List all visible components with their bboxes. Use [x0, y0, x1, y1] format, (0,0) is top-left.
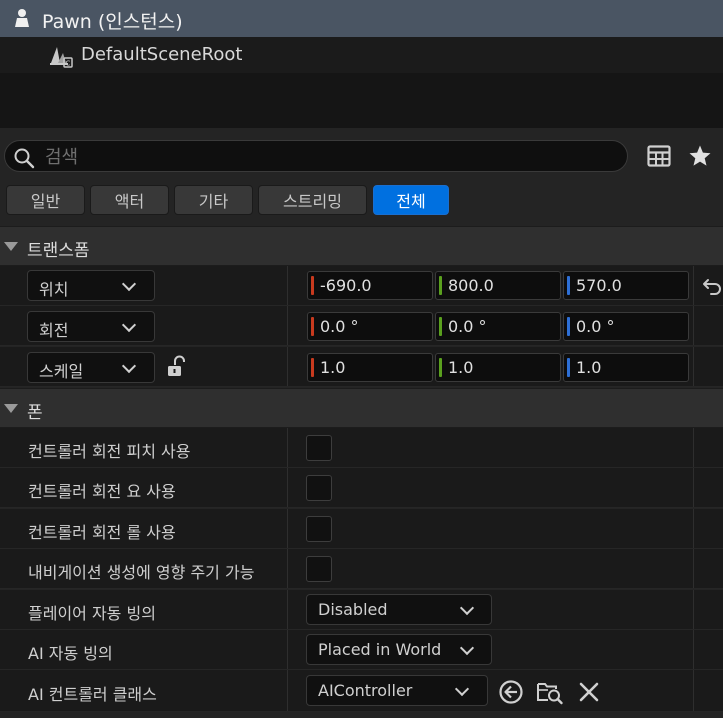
- favorites-star-icon[interactable]: [688, 144, 712, 168]
- unlock-icon[interactable]: [166, 355, 188, 379]
- auto-possess-player-value: Disabled: [318, 600, 388, 619]
- search-icon: [14, 148, 35, 169]
- tab-misc[interactable]: 기타: [174, 185, 253, 215]
- tab-actor[interactable]: 액터: [90, 185, 169, 215]
- location-z-field[interactable]: 570.0: [563, 271, 689, 300]
- outliner-empty-area: [0, 73, 723, 128]
- property-row-use-pitch: 컨트롤러 회전 피치 사용: [0, 428, 723, 468]
- use-roll-checkbox[interactable]: [306, 516, 332, 542]
- ai-controller-class-value: AIController: [318, 681, 413, 700]
- nav-affect-checkbox[interactable]: [306, 556, 332, 582]
- outliner-root-label: Pawn (인스턴스): [42, 11, 183, 33]
- auto-possess-ai-dropdown[interactable]: Placed in World: [306, 634, 492, 665]
- rotation-z-field[interactable]: 0.0 °: [563, 312, 689, 341]
- scale-y-field[interactable]: 1.0: [435, 353, 561, 382]
- property-row-nav-affect: 내비게이션 생성에 영향 주기 가능: [0, 549, 723, 589]
- category-label: 폰: [27, 403, 43, 423]
- search-input[interactable]: [43, 141, 617, 173]
- ai-controller-class-dropdown[interactable]: AIController: [306, 675, 488, 706]
- chevron-down-icon: [121, 276, 137, 292]
- chevron-down-icon: [121, 317, 137, 333]
- search-box[interactable]: [4, 140, 628, 173]
- chevron-down-icon: [459, 600, 475, 616]
- use-yaw-checkbox[interactable]: [306, 475, 332, 501]
- clear-icon[interactable]: [578, 681, 600, 703]
- reset-to-default-icon[interactable]: [702, 277, 722, 295]
- auto-possess-player-dropdown[interactable]: Disabled: [306, 594, 492, 625]
- outliner-row-pawn[interactable]: Pawn (인스턴스): [0, 0, 723, 37]
- rotation-x-value: 0.0 °: [320, 317, 359, 336]
- scale-mode-value: 스케일: [39, 362, 84, 381]
- property-row-use-yaw: 컨트롤러 회전 요 사용: [0, 468, 723, 508]
- scale-mode-dropdown[interactable]: 스케일: [27, 352, 155, 383]
- chevron-down-icon: [121, 358, 137, 374]
- outliner-child-label: DefaultSceneRoot: [81, 44, 243, 65]
- scale-z-value: 1.0: [576, 358, 602, 377]
- browse-asset-icon[interactable]: [536, 679, 564, 705]
- rotation-mode-value: 회전: [39, 321, 69, 340]
- property-label: 컨트롤러 회전 피치 사용: [28, 442, 191, 461]
- property-row-use-roll: 컨트롤러 회전 롤 사용: [0, 509, 723, 549]
- location-y-field[interactable]: 800.0: [435, 271, 561, 300]
- property-label: 내비게이션 생성에 영향 주기 가능: [28, 563, 255, 582]
- rotation-y-value: 0.0 °: [448, 317, 487, 336]
- property-label: AI 자동 빙의: [28, 644, 113, 663]
- property-label: 컨트롤러 회전 롤 사용: [28, 523, 176, 542]
- category-transform[interactable]: 트랜스폼: [0, 226, 723, 266]
- tab-general[interactable]: 일반: [6, 185, 85, 215]
- property-label: 플레이어 자동 빙의: [28, 604, 156, 623]
- scene-component-icon: C: [50, 47, 73, 68]
- property-label: 컨트롤러 회전 요 사용: [28, 482, 176, 501]
- collapse-arrow-icon: [4, 404, 18, 413]
- chevron-down-icon: [459, 640, 475, 656]
- scale-x-field[interactable]: 1.0: [307, 353, 433, 382]
- auto-possess-ai-value: Placed in World: [318, 640, 442, 659]
- scale-z-field[interactable]: 1.0: [563, 353, 689, 382]
- rotation-x-field[interactable]: 0.0 °: [307, 312, 433, 341]
- scale-y-value: 1.0: [448, 358, 474, 377]
- collapse-arrow-icon: [4, 242, 18, 251]
- category-label: 트랜스폼: [27, 241, 90, 261]
- property-label: AI 컨트롤러 클래스: [28, 685, 157, 704]
- pawn-icon: [15, 9, 29, 27]
- rotation-mode-dropdown[interactable]: 회전: [27, 311, 155, 342]
- location-x-value: -690.0: [320, 276, 372, 295]
- location-x-field[interactable]: -690.0: [307, 271, 433, 300]
- use-selected-asset-icon[interactable]: [498, 679, 524, 705]
- rotation-z-value: 0.0 °: [576, 317, 615, 336]
- table-view-icon[interactable]: [647, 145, 671, 167]
- scale-x-value: 1.0: [320, 358, 346, 377]
- use-pitch-checkbox[interactable]: [306, 435, 332, 461]
- category-pawn[interactable]: 폰: [0, 388, 723, 428]
- location-mode-dropdown[interactable]: 위치: [27, 270, 155, 301]
- tab-streaming[interactable]: 스트리밍: [258, 185, 367, 215]
- tab-all[interactable]: 전체: [373, 185, 449, 215]
- rotation-y-field[interactable]: 0.0 °: [435, 312, 561, 341]
- outliner-row-default-scene-root[interactable]: C DefaultSceneRoot: [0, 37, 723, 73]
- location-y-value: 800.0: [448, 276, 494, 295]
- chevron-down-icon: [454, 681, 470, 697]
- location-mode-value: 위치: [39, 280, 69, 299]
- location-z-value: 570.0: [576, 276, 622, 295]
- svg-text:C: C: [66, 60, 71, 68]
